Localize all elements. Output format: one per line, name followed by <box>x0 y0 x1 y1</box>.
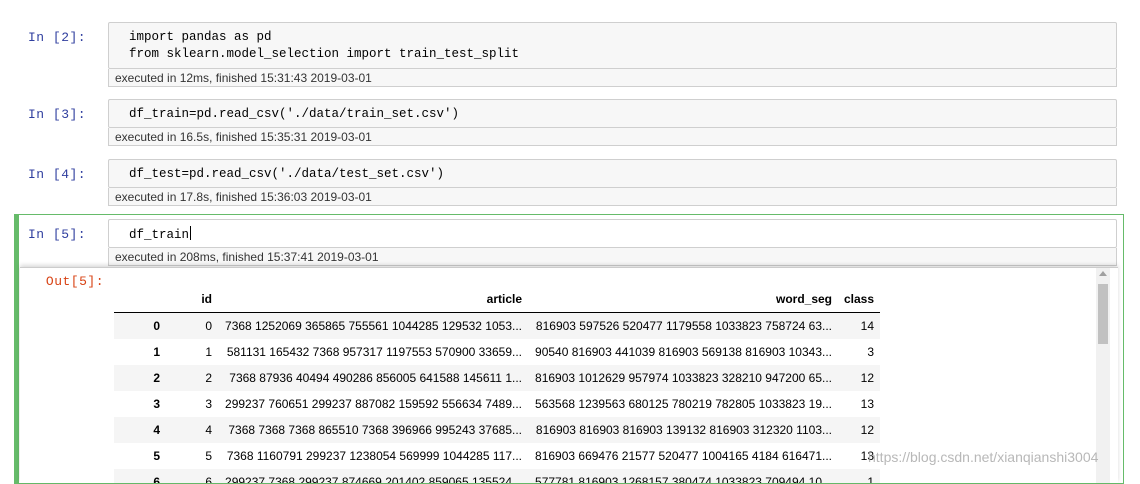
watermark-text: https://blog.csdn.net/xianqianshi3004 <box>868 449 1099 465</box>
execution-time: executed in 208ms, finished 15:37:41 201… <box>108 248 1117 266</box>
table-cell: 299237 760651 299237 887082 159592 55663… <box>225 397 522 411</box>
table-row: 6 6 299237 7368 299237 874669 201402 85906… <box>114 469 881 483</box>
table-cell: 563568 1239563 680125 780219 782805 1033… <box>535 397 832 411</box>
code-cell-input[interactable]: import pandas as pd from sklearn.model_s… <box>108 22 1117 69</box>
table-cell: 299237 7368 299237 874669 201402 859065 … <box>225 475 522 483</box>
row-index: 4 <box>153 423 160 437</box>
table-cell: 7368 7368 7368 865510 7368 396966 995243… <box>228 423 522 437</box>
table-row: 4 4 7368 7368 7368 865510 7368 396966 9952… <box>114 417 881 443</box>
code-line: import pandas as pd <box>129 30 272 44</box>
table-cell: 1 <box>867 475 875 483</box>
column-header: id <box>201 292 212 306</box>
table-row: 2 2 7368 87936 40494 490286 856005 641588 … <box>114 365 881 391</box>
code-line: df_train <box>129 226 192 242</box>
code-line: df_test=pd.read_csv('./data/test_set.csv… <box>129 167 445 181</box>
table-cell: 3 <box>205 397 212 411</box>
table-cell: 3 <box>867 345 875 359</box>
table-header-row: id article word_seg class <box>114 286 881 313</box>
table-cell: 816903 597526 520477 1179558 1033823 758… <box>535 319 832 333</box>
table-cell: 816903 816903 816903 139132 816903 31232… <box>535 423 832 437</box>
row-index: 3 <box>153 397 160 411</box>
table-row: 3 3 299237 760651 299237 887082 159592 556… <box>114 391 880 417</box>
code-cell-input[interactable]: df_train=pd.read_csv('./data/train_set.c… <box>108 99 1117 128</box>
table-row: 1 1 581131 165432 7368 957317 1197553 5709… <box>114 339 880 365</box>
table-cell: 2 <box>205 371 212 385</box>
table-cell: 4 <box>205 423 212 437</box>
table-cell: 1 <box>205 345 212 359</box>
cell-prompt: In [2]: <box>28 30 87 45</box>
table-cell: 816903 669476 21577 520477 1004165 4184 … <box>535 449 832 463</box>
text-cursor <box>190 226 192 240</box>
table-cell: 816903 1012629 957974 1033823 328210 947… <box>535 371 832 385</box>
table-cell: 14 <box>860 319 875 333</box>
cell-prompt: In [5]: <box>28 227 87 242</box>
table-row: 0 0 7368 1252069 365865 755561 1044285 129… <box>114 312 881 339</box>
execution-time: executed in 17.8s, finished 15:36:03 201… <box>108 188 1117 206</box>
table-cell: 12 <box>860 371 875 385</box>
table-cell: 6 <box>205 475 212 483</box>
cell-prompt: In [3]: <box>28 107 87 122</box>
output-prompt: Out[5]: <box>45 274 104 289</box>
code-line: df_train=pd.read_csv('./data/train_set.c… <box>129 107 460 121</box>
row-index: 5 <box>153 449 160 463</box>
index-header <box>114 286 166 313</box>
table-cell: 0 <box>205 319 212 333</box>
scroll-up-arrow-icon[interactable] <box>1099 271 1107 276</box>
execution-time: executed in 16.5s, finished 15:35:31 201… <box>108 128 1117 146</box>
cell-prompt: In [4]: <box>28 167 87 182</box>
code-cell-input[interactable]: df_test=pd.read_csv('./data/test_set.csv… <box>108 159 1117 188</box>
table-cell: 90540 816903 441039 816903 569138 816903… <box>535 345 832 359</box>
dataframe-table: id article word_seg class 0 0 7368 1252069… <box>114 286 881 483</box>
row-index: 2 <box>153 371 160 385</box>
column-header: word_seg <box>775 292 832 306</box>
code-cell-input[interactable]: df_train <box>108 219 1117 248</box>
table-cell: 7368 87936 40494 490286 856005 641588 14… <box>229 371 522 385</box>
table-cell: 581131 165432 7368 957317 1197553 570900… <box>226 345 522 359</box>
table-cell: 13 <box>860 397 875 411</box>
table-cell: 577781 816903 1268157 380474 1033823 709… <box>535 475 832 483</box>
column-header: class <box>844 292 875 306</box>
table-row: 5 5 7368 1160791 299237 1238054 569999 104… <box>114 443 880 469</box>
row-index: 1 <box>153 345 160 359</box>
code-line: from sklearn.model_selection import trai… <box>129 47 520 61</box>
row-index: 6 <box>153 475 160 483</box>
row-index: 0 <box>153 319 160 333</box>
table-cell: 7368 1252069 365865 755561 1044285 12953… <box>225 319 522 333</box>
table-cell: 7368 1160791 299237 1238054 569999 10442… <box>226 449 522 463</box>
column-header: article <box>486 292 522 306</box>
scrollbar-thumb[interactable] <box>1098 284 1108 344</box>
execution-time: executed in 12ms, finished 15:31:43 2019… <box>108 69 1117 87</box>
table-cell: 5 <box>205 449 212 463</box>
table-cell: 12 <box>860 423 875 437</box>
